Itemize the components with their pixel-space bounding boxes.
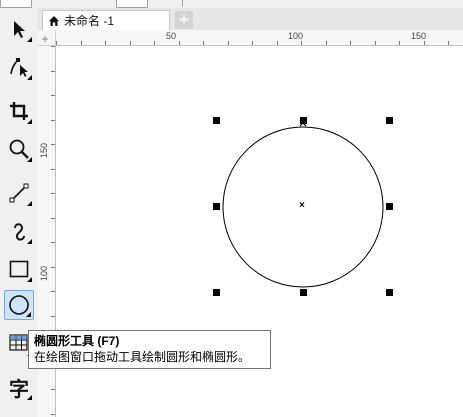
- ellipse-tool[interactable]: [4, 290, 34, 320]
- crop-tool[interactable]: [4, 96, 34, 126]
- ruler-tick: [51, 218, 55, 219]
- ruler-tick: [350, 41, 351, 45]
- artistic-media-tool[interactable]: [4, 216, 34, 246]
- separator: [182, 0, 183, 6]
- ruler-label: 50: [166, 31, 177, 41]
- home-icon: [49, 15, 59, 26]
- selection-handle[interactable]: [213, 203, 220, 210]
- flyout-indicator: [27, 75, 32, 80]
- document-tab-label: 未命名 -1: [64, 14, 115, 28]
- flyout-indicator: [27, 239, 32, 244]
- selection-handle[interactable]: [386, 117, 393, 124]
- ruler-tick: [51, 71, 55, 72]
- property-bar-strip: [0, 0, 463, 8]
- ruler-tick: [203, 41, 204, 45]
- ruler-tick: [252, 41, 253, 45]
- horizontal-ruler[interactable]: 50 100 150: [56, 30, 463, 46]
- ruler-tick: [51, 242, 55, 243]
- ruler-tick: [51, 291, 55, 292]
- ruler-tick: [399, 41, 400, 45]
- selection-handle[interactable]: [213, 289, 220, 296]
- ruler-tick: [51, 267, 55, 268]
- ruler-tick: [424, 41, 425, 45]
- ruler-tick: [51, 144, 55, 145]
- zoom-tool[interactable]: [4, 134, 34, 164]
- ruler-tick: [51, 169, 55, 170]
- ruler-tick: [56, 41, 57, 45]
- ruler-tick: [326, 41, 327, 45]
- shape-tool[interactable]: [4, 52, 34, 82]
- ruler-tick: [51, 414, 55, 415]
- ruler-tick: [51, 46, 55, 47]
- selection-handle[interactable]: [300, 289, 307, 296]
- tool-tooltip: 椭圆形工具 (F7) 在绘图窗口拖动工具绘制圆形和椭圆形。: [28, 330, 271, 369]
- arrow-pointer-icon: [14, 21, 25, 38]
- document-tab[interactable]: 未命名 -1: [42, 10, 170, 30]
- flyout-indicator: [26, 312, 31, 317]
- flyout-indicator: [27, 277, 32, 282]
- property-field[interactable]: [0, 0, 32, 8]
- ruler-tick: [105, 41, 106, 45]
- flyout-indicator: [27, 37, 32, 42]
- flyout-indicator: [27, 157, 32, 162]
- ruler-label: 100: [39, 265, 49, 281]
- ruler-tick: [277, 41, 278, 45]
- ruler-label: 150: [39, 142, 49, 158]
- ruler-tick: [51, 316, 55, 317]
- ruler-tick: [81, 41, 82, 45]
- ruler-tick: [51, 193, 55, 194]
- ruler-tick: [51, 95, 55, 96]
- selection-handle[interactable]: [386, 203, 393, 210]
- ruler-label: 100: [288, 31, 304, 41]
- rectangle-tool[interactable]: [4, 254, 34, 284]
- ruler-tick: [154, 41, 155, 45]
- ruler-tick: [130, 41, 131, 45]
- property-field[interactable]: [116, 0, 148, 8]
- flyout-indicator: [27, 395, 32, 400]
- ruler-tick: [179, 41, 180, 45]
- text-char-icon: 字: [9, 376, 29, 401]
- ruler-corner[interactable]: [38, 30, 56, 46]
- ruler-label: 150: [411, 31, 427, 41]
- line-tool[interactable]: [4, 178, 34, 208]
- document-tab-bar: 未命名 -1 +: [38, 8, 463, 30]
- tooltip-description: 在绘图窗口拖动工具绘制圆形和椭圆形。: [34, 350, 251, 364]
- ruler-tick: [301, 41, 302, 45]
- pick-tool[interactable]: [4, 14, 34, 44]
- ruler-tick: [51, 389, 55, 390]
- ruler-tick: [375, 41, 376, 45]
- flyout-indicator: [27, 201, 32, 206]
- text-tool[interactable]: 字: [4, 372, 34, 402]
- tooltip-title: 椭圆形工具 (F7): [34, 334, 120, 348]
- selection-handle[interactable]: [213, 117, 220, 124]
- center-marker-icon[interactable]: ×: [299, 201, 305, 211]
- flyout-indicator: [27, 119, 32, 124]
- ruler-tick: [51, 120, 55, 121]
- ruler-tick: [448, 41, 449, 45]
- ruler-origin-icon: [42, 36, 48, 42]
- selection-handle[interactable]: [386, 289, 393, 296]
- add-tab-button[interactable]: +: [175, 11, 193, 29]
- selection-handle[interactable]: [300, 117, 307, 124]
- ruler-tick: [228, 41, 229, 45]
